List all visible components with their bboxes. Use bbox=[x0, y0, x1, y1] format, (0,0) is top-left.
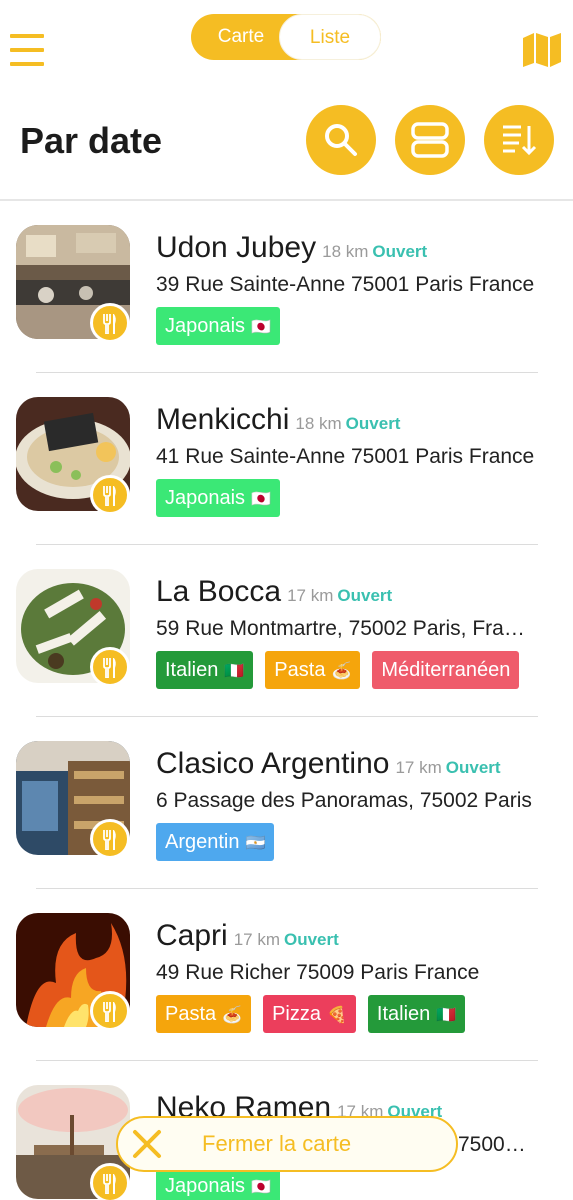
cuisine-tag[interactable]: Pasta 🍝 bbox=[265, 651, 361, 689]
hamburger-icon[interactable] bbox=[10, 34, 44, 68]
restaurant-address: 39 Rue Sainte-Anne 75001 Paris France bbox=[156, 273, 535, 296]
cuisine-tag[interactable]: Argentin 🇦🇷 bbox=[156, 823, 275, 861]
restaurant-address: 7500… bbox=[458, 1133, 526, 1156]
cuisine-tag[interactable]: Japonais 🇯🇵 bbox=[156, 479, 280, 517]
utensils-icon bbox=[103, 486, 116, 506]
restaurant-title: La Bocca 17 km Ouvert bbox=[156, 575, 392, 609]
utensils-icon bbox=[103, 830, 116, 850]
restaurant-name: Clasico Argentino bbox=[156, 747, 390, 780]
restaurant-status: Ouvert bbox=[445, 758, 501, 777]
restaurant-status: Ouvert bbox=[284, 930, 339, 949]
search-button[interactable] bbox=[306, 105, 376, 175]
cuisine-tag[interactable]: Italien 🇮🇹 bbox=[367, 995, 466, 1033]
restaurant-status: Ouvert bbox=[337, 586, 393, 605]
view-toggle: Carte Liste bbox=[191, 14, 381, 60]
list-item[interactable]: Menkicchi 18 km Ouvert 41 Rue Sainte-Anne … bbox=[0, 373, 573, 545]
restaurant-title: Capri 17 km Ouvert bbox=[156, 919, 339, 953]
cuisine-tag[interactable]: Pizza 🍕 bbox=[263, 995, 356, 1033]
tab-carte[interactable]: Carte bbox=[191, 14, 291, 60]
cuisine-tags: Pasta 🍝 Pizza 🍕 Italien 🇮🇹 bbox=[156, 995, 477, 1033]
restaurant-address: 6 Passage des Panoramas, 75002 Paris bbox=[156, 789, 532, 812]
restaurant-distance: 17 km bbox=[287, 586, 334, 605]
top-bar: Carte Liste bbox=[0, 0, 573, 80]
restaurant-type-badge bbox=[90, 991, 130, 1031]
cuisine-tags: Japonais 🇯🇵 bbox=[156, 307, 292, 345]
close-icon bbox=[133, 1130, 161, 1158]
utensils-icon bbox=[103, 314, 116, 334]
restaurant-type-badge bbox=[90, 303, 130, 343]
restaurant-distance: 17 km bbox=[395, 758, 442, 777]
utensils-icon bbox=[103, 1002, 116, 1022]
restaurant-distance: 18 km bbox=[295, 414, 342, 433]
sort-button[interactable] bbox=[484, 105, 554, 175]
map-icon[interactable] bbox=[522, 32, 562, 68]
cuisine-tag[interactable]: Pasta 🍝 bbox=[156, 995, 252, 1033]
restaurant-name: La Bocca bbox=[156, 575, 282, 608]
restaurant-type-badge bbox=[90, 819, 130, 859]
cuisine-tag[interactable]: Japonais 🇯🇵 bbox=[156, 307, 280, 345]
restaurant-address: 41 Rue Sainte-Anne 75001 Paris France bbox=[156, 445, 535, 468]
search-icon bbox=[325, 124, 357, 156]
restaurant-title: Menkicchi 18 km Ouvert bbox=[156, 403, 400, 437]
restaurant-distance: 18 km bbox=[322, 242, 369, 261]
cuisine-tags: Japonais 🇯🇵 bbox=[156, 479, 292, 517]
cuisine-tag[interactable]: Italien 🇮🇹 bbox=[156, 651, 254, 689]
restaurant-name: Menkicchi bbox=[156, 403, 290, 436]
restaurant-title: Udon Jubey 18 km Ouvert bbox=[156, 231, 427, 265]
restaurant-type-badge bbox=[90, 647, 130, 687]
layout-toggle-button[interactable] bbox=[395, 105, 465, 175]
restaurant-status: Ouvert bbox=[372, 242, 428, 261]
restaurant-type-badge bbox=[90, 1163, 130, 1200]
restaurant-name: Udon Jubey bbox=[156, 231, 317, 264]
restaurant-status: Ouvert bbox=[345, 414, 401, 433]
title-row: Par date bbox=[0, 100, 573, 190]
restaurant-distance: 17 km bbox=[233, 930, 280, 949]
list-item[interactable]: La Bocca 17 km Ouvert 59 Rue Montmartre, 7… bbox=[0, 545, 573, 717]
restaurant-title: Clasico Argentino 17 km Ouvert bbox=[156, 747, 501, 781]
restaurant-address: 59 Rue Montmartre, 75002 Paris, France bbox=[156, 617, 536, 640]
page-title: Par date bbox=[20, 120, 163, 161]
cuisine-tags: Argentin 🇦🇷 bbox=[156, 823, 286, 861]
list-item[interactable]: Capri 17 km Ouvert 49 Rue Richer 75009 Par… bbox=[0, 889, 573, 1061]
sort-icon bbox=[503, 125, 537, 156]
cuisine-tag[interactable]: Méditerranéen bbox=[372, 651, 520, 689]
utensils-icon bbox=[103, 658, 116, 678]
tab-liste[interactable]: Liste bbox=[279, 14, 381, 60]
layout-toggle-icon bbox=[411, 122, 449, 158]
list-item[interactable]: Clasico Argentino 17 km Ouvert 6 Passage d… bbox=[0, 717, 573, 889]
cuisine-tags: Italien 🇮🇹 Pasta 🍝 Méditerranéen bbox=[156, 651, 531, 689]
restaurant-address: 49 Rue Richer 75009 Paris France bbox=[156, 961, 480, 984]
close-map-label: Fermer la carte bbox=[202, 1131, 352, 1156]
utensils-icon bbox=[103, 1174, 116, 1194]
list-item[interactable]: Udon Jubey 18 km Ouvert 39 Rue Sainte-Anne… bbox=[0, 201, 573, 373]
close-map-button[interactable]: Fermer la carte bbox=[116, 1116, 458, 1172]
restaurant-name: Capri bbox=[156, 919, 228, 952]
restaurant-type-badge bbox=[90, 475, 130, 515]
